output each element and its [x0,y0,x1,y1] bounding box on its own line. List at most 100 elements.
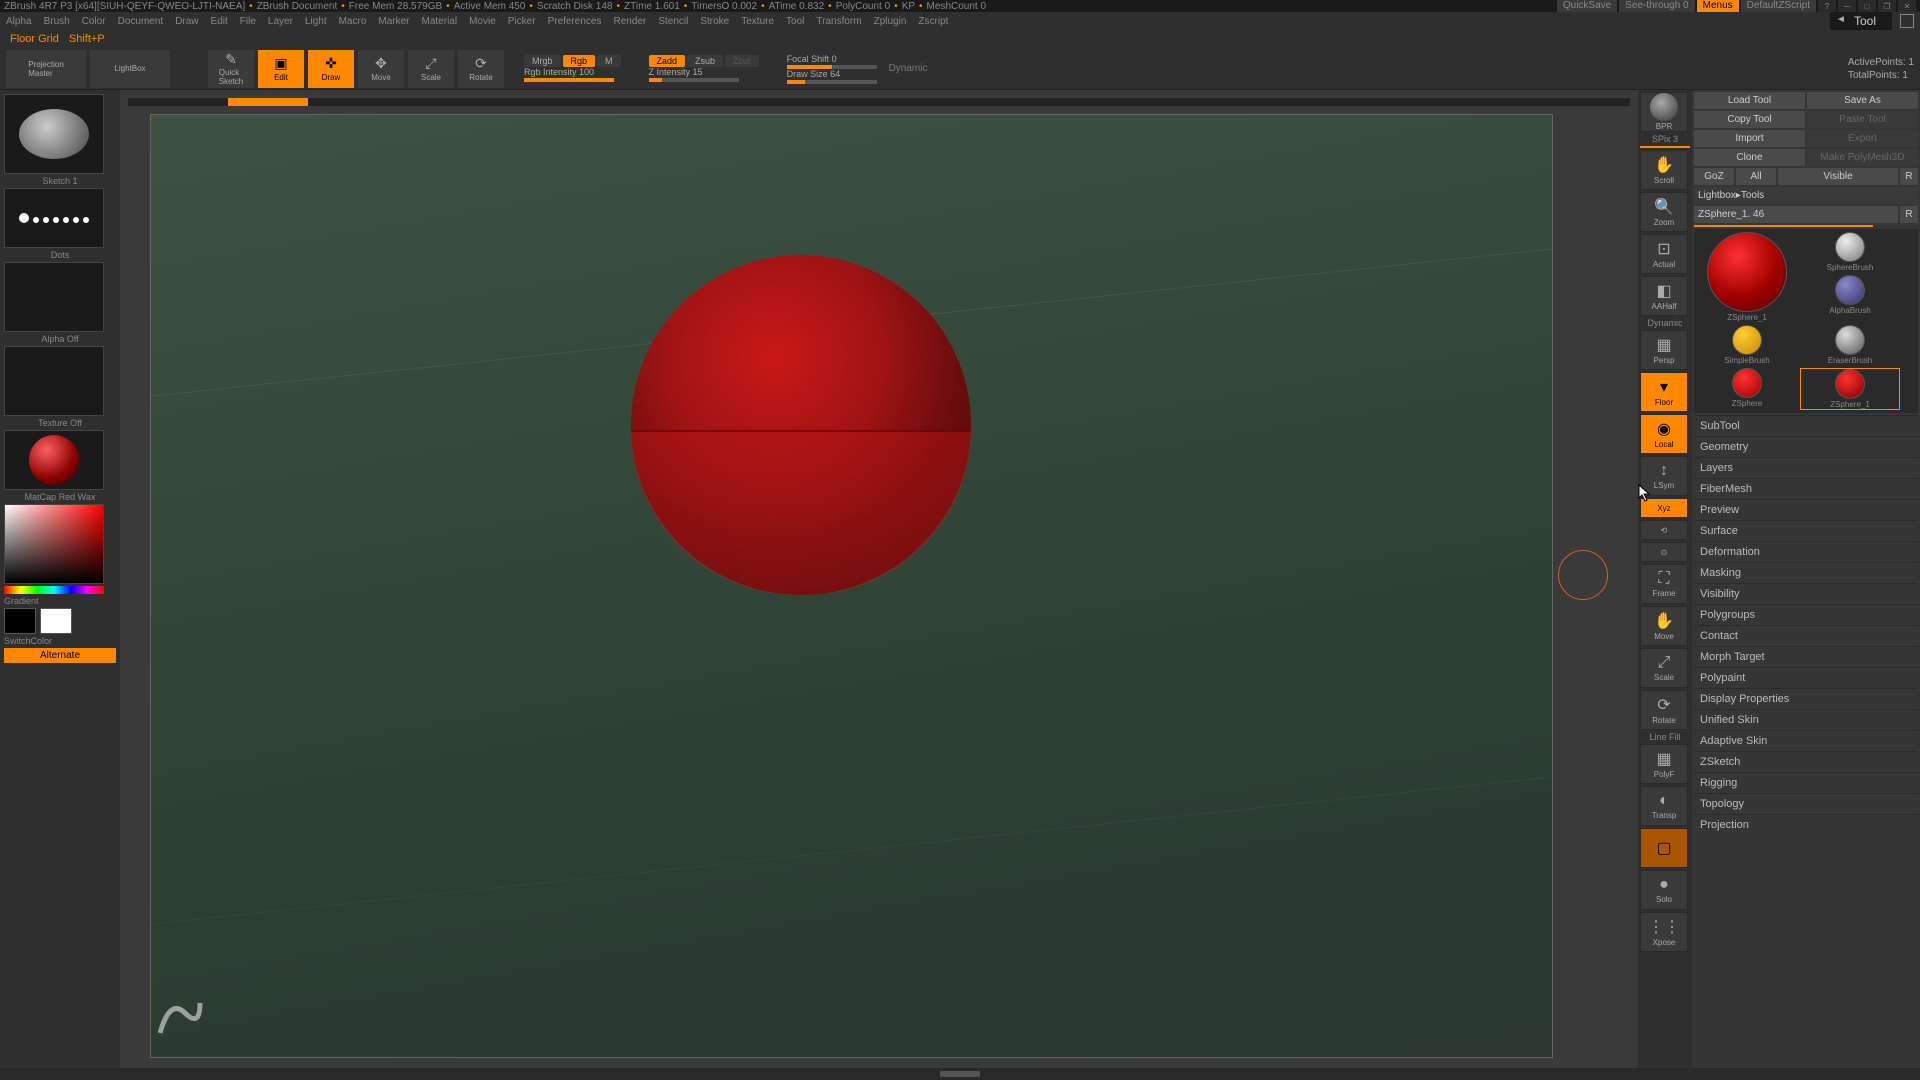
zsphere-object[interactable] [631,255,971,595]
section-display-properties[interactable]: Display Properties [1694,688,1918,709]
menu-item[interactable]: Texture [741,16,774,27]
rgb-toggle[interactable]: Rgb [563,55,596,67]
focal-shift-slider[interactable]: Focal Shift 0 [787,54,877,64]
section-unified-skin[interactable]: Unified Skin [1694,709,1918,730]
section-preview[interactable]: Preview [1694,499,1918,520]
projection-master-button[interactable]: Projection Master [6,50,86,88]
xpose-button[interactable]: ⋮⋮Xpose [1640,912,1688,952]
z-intensity-slider[interactable]: Z Intensity 15 [649,67,759,77]
spix-label[interactable]: SPix 3 [1640,134,1690,144]
tool-item-current[interactable]: ZSphere_1 [1697,232,1797,322]
rotate-view-button[interactable]: ⟳Rotate [1640,690,1688,730]
scale-button[interactable]: ⤢Scale [408,50,454,88]
secondary-color-swatch[interactable] [4,608,36,634]
import-button[interactable]: Import [1694,130,1805,147]
tool-item[interactable]: ZSphere_1 [1800,368,1900,410]
goz-visible-button[interactable]: Visible [1778,168,1898,185]
section-topology[interactable]: Topology [1694,793,1918,814]
seethrough-slider[interactable]: See-through 0 [1619,0,1694,12]
zsub-toggle[interactable]: Zsub [687,55,723,67]
switchcolor-button[interactable]: SwitchColor [4,636,116,646]
make-polymesh-button[interactable]: Make PolyMesh3D [1807,149,1918,166]
paste-tool-button[interactable]: Paste Tool [1807,111,1918,128]
polyf-button[interactable]: ▦PolyF [1640,744,1688,784]
copy-tool-button[interactable]: Copy Tool [1694,111,1805,128]
scroll-button[interactable]: ✋Scroll [1640,150,1688,190]
menu-item[interactable]: Preferences [548,16,602,27]
section-masking[interactable]: Masking [1694,562,1918,583]
panel-restore-icon[interactable] [1900,14,1914,28]
material-preview[interactable] [4,430,104,490]
mrgb-toggle[interactable]: Mrgb [524,55,561,67]
section-morph-target[interactable]: Morph Target [1694,646,1918,667]
menu-item[interactable]: Picker [508,16,536,27]
transp-button[interactable]: ◐Transp [1640,786,1688,826]
frame-button[interactable]: ⛶Frame [1640,564,1688,604]
draw-size-slider[interactable]: Draw Size 64 [787,69,877,79]
section-geometry[interactable]: Geometry [1694,436,1918,457]
color-picker[interactable] [4,504,104,584]
export-button[interactable]: Export [1807,130,1918,147]
section-subtool[interactable]: SubTool [1694,415,1918,436]
tray-handle[interactable] [940,1071,980,1077]
viewport[interactable] [150,114,1553,1058]
quicksave-button[interactable]: QuickSave [1557,0,1617,12]
lsym-button[interactable]: ↕LSym [1640,456,1688,496]
alpha-preview[interactable] [4,262,104,332]
menu-item[interactable]: Layer [268,16,293,27]
menu-item[interactable]: Marker [378,16,409,27]
menu-item[interactable]: Brush [44,16,70,27]
ghost-button[interactable]: ▢ [1640,828,1688,868]
goz-button[interactable]: GoZ [1694,168,1734,185]
tool-item[interactable]: EraserBrush [1800,325,1900,365]
section-polypaint[interactable]: Polypaint [1694,667,1918,688]
section-surface[interactable]: Surface [1694,520,1918,541]
tool-item[interactable]: AlphaBrush [1800,275,1900,315]
menu-item[interactable]: Movie [469,16,496,27]
section-adaptive-skin[interactable]: Adaptive Skin [1694,730,1918,751]
menu-item[interactable]: Light [305,16,327,27]
menu-item[interactable]: Draw [175,16,198,27]
section-rigging[interactable]: Rigging [1694,772,1918,793]
rotate-button[interactable]: ⟳Rotate [458,50,504,88]
save-as-button[interactable]: Save As [1807,92,1918,109]
scale-view-button[interactable]: ⤢Scale [1640,648,1688,688]
goz-r-button[interactable]: R [1900,168,1918,185]
solo-button[interactable]: ●Solo [1640,870,1688,910]
min-icon[interactable]: ─ [1838,0,1856,12]
persp-button[interactable]: ▦Persp [1640,330,1688,370]
menus-toggle[interactable]: Menus [1697,0,1739,12]
edit-button[interactable]: ▣Edit [258,50,304,88]
tool-tab[interactable]: Tool [1830,12,1892,30]
local-button[interactable]: ◉Local [1640,414,1688,454]
close-icon[interactable]: ✕ [1898,0,1916,12]
primary-color-swatch[interactable] [40,608,72,634]
zcut-toggle[interactable]: Zcut [725,55,759,67]
section-visibility[interactable]: Visibility [1694,583,1918,604]
aahalf-button[interactable]: ◧AAHalf [1640,276,1688,316]
rot-button[interactable]: ⟲ [1640,520,1688,540]
goz-all-button[interactable]: All [1736,168,1776,185]
restore-icon[interactable]: ❐ [1878,0,1896,12]
rgb-intensity-slider[interactable]: Rgb Intensity 100 [524,67,621,77]
m-toggle[interactable]: M [597,55,621,67]
default-script[interactable]: DefaultZScript [1741,0,1816,12]
menu-item[interactable]: Macro [339,16,367,27]
menu-item[interactable]: Material [422,16,458,27]
tool-item[interactable]: SphereBrush [1800,232,1900,272]
dynamic-label[interactable]: Dynamic [889,63,928,74]
brush-preview[interactable] [4,94,104,174]
stroke-preview[interactable] [4,188,104,248]
zadd-toggle[interactable]: Zadd [649,55,686,67]
menu-item[interactable]: Stroke [700,16,729,27]
current-tool-slider[interactable]: ZSphere_1. 46 [1694,206,1898,223]
section-projection[interactable]: Projection [1694,814,1918,835]
bpr-button[interactable]: BPR [1640,92,1688,132]
rot2-button[interactable]: ⊙ [1640,542,1688,562]
section-deformation[interactable]: Deformation [1694,541,1918,562]
menu-item[interactable]: Alpha [6,16,32,27]
section-zsketch[interactable]: ZSketch [1694,751,1918,772]
menu-item[interactable]: Document [118,16,164,27]
lightbox-tools-link[interactable]: Lightbox▸Tools [1694,187,1918,204]
texture-preview[interactable] [4,346,104,416]
